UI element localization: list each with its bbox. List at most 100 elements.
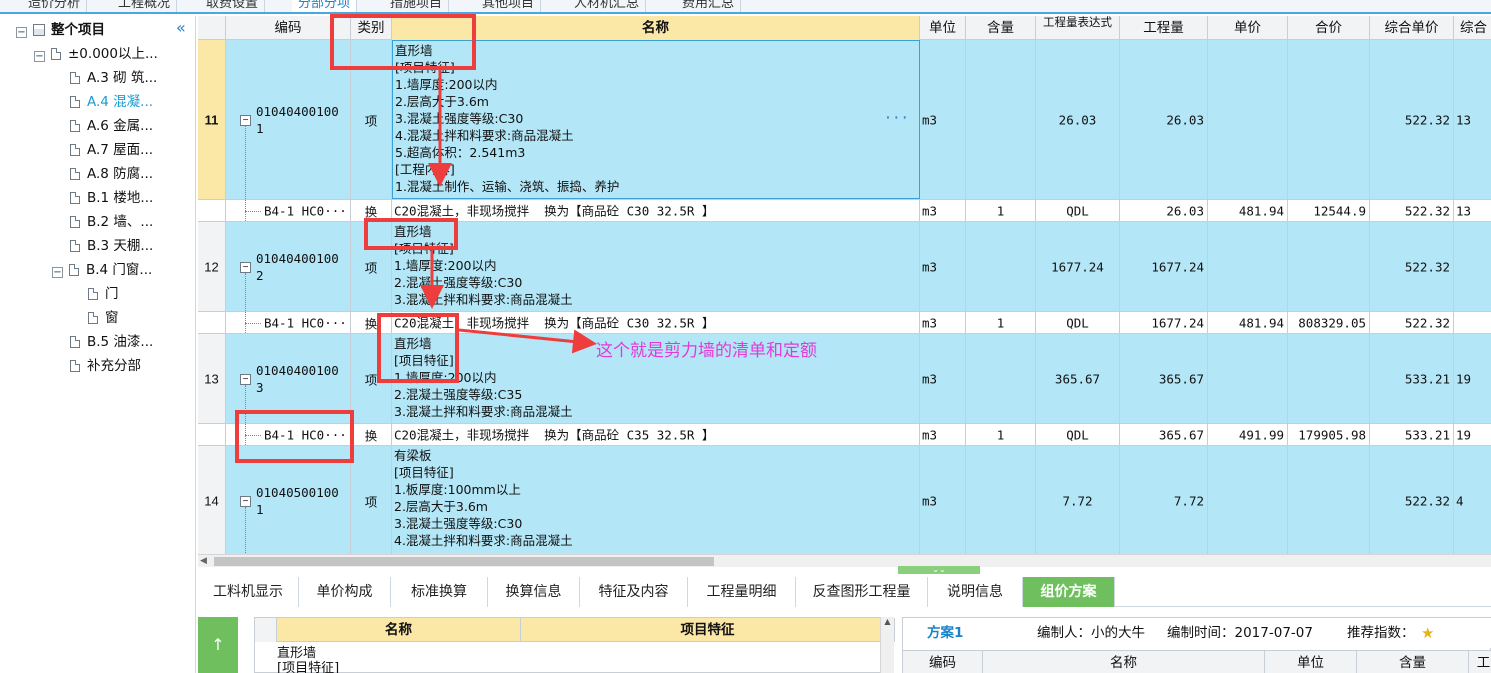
tree-node-selected[interactable]: A.4 混凝...: [70, 90, 153, 114]
cell-num[interactable]: [198, 200, 226, 221]
tree-node[interactable]: A.3 砌 筑...: [70, 66, 157, 90]
cell-expr[interactable]: 365.67: [1036, 334, 1120, 423]
cell-comp[interactable]: 533.21: [1370, 424, 1454, 445]
cell-comp2[interactable]: 13: [1454, 40, 1491, 199]
cell-total[interactable]: 179905.98: [1288, 424, 1370, 445]
more-icon[interactable]: ···: [884, 110, 909, 126]
btab-qty-details[interactable]: 工程量明细: [688, 577, 796, 607]
header-total[interactable]: 合价: [1288, 16, 1370, 40]
header-qty[interactable]: 工程量: [1120, 16, 1208, 40]
tree-node[interactable]: A.8 防腐...: [70, 162, 153, 186]
plan-title[interactable]: 方案1: [927, 618, 963, 648]
cell-code[interactable]: −01040400100 2: [226, 222, 351, 311]
tab-other-items[interactable]: 其他项目: [476, 0, 542, 12]
cell-content[interactable]: [966, 334, 1036, 423]
collapse-icon[interactable]: −: [16, 27, 27, 38]
cell-name[interactable]: C20混凝土，非现场搅拌 换为【商品砼 C30 32.5R 】: [392, 312, 920, 333]
cell-name[interactable]: C20混凝土，非现场搅拌 换为【商品砼 C35 32.5R 】: [392, 424, 920, 445]
cell-comp2[interactable]: 19: [1454, 424, 1491, 445]
collapse-icon[interactable]: −: [240, 496, 251, 507]
cell-kind[interactable]: 换: [351, 424, 392, 445]
collapse-icon[interactable]: −: [52, 267, 63, 278]
scroll-thumb[interactable]: [214, 557, 714, 566]
upload-arrow-button[interactable]: ↑: [198, 617, 238, 673]
cell-comp[interactable]: 522.32: [1370, 200, 1454, 221]
tab-project-overview[interactable]: 工程概况: [112, 0, 178, 12]
cell-total[interactable]: 808329.05: [1288, 312, 1370, 333]
header-comp[interactable]: 综合: [1454, 16, 1491, 40]
tab-fee-settings[interactable]: 取费设置: [200, 0, 266, 12]
cell-expr[interactable]: QDL: [1036, 200, 1120, 221]
tab-fee-summary[interactable]: 费用汇总: [676, 0, 742, 12]
cell-qty[interactable]: 1677.24: [1120, 222, 1208, 311]
collapse-icon[interactable]: −: [240, 374, 251, 385]
tree-node[interactable]: 补充分部: [70, 354, 141, 378]
btab-features-content[interactable]: 特征及内容: [580, 577, 688, 607]
tree-node[interactable]: B.2 墙、...: [70, 210, 153, 234]
cell-code[interactable]: B4-1 HC0···: [226, 200, 351, 221]
cell-price[interactable]: [1208, 40, 1288, 199]
cell-content[interactable]: [966, 40, 1036, 199]
cell-price[interactable]: 491.99: [1208, 424, 1288, 445]
collapse-panel-icon[interactable]: «: [176, 18, 190, 38]
cell-num[interactable]: 11: [198, 40, 226, 199]
header-comp-price[interactable]: 综合单价: [1370, 16, 1454, 40]
cell-name[interactable]: 有梁板 [项目特征] 1.板厚度:100mm以上 2.层高大于3.6m 3.混凝…: [392, 446, 920, 554]
btab-standard-conversion[interactable]: 标准换算: [391, 577, 488, 607]
cell-qty[interactable]: 26.03: [1120, 200, 1208, 221]
tree-node[interactable]: A.7 屋面...: [70, 138, 153, 162]
cell-comp[interactable]: 522.32: [1370, 222, 1454, 311]
cell-comp[interactable]: 533.21: [1370, 334, 1454, 423]
cell-num[interactable]: 12: [198, 222, 226, 311]
tree-root[interactable]: − 整个项目: [16, 18, 105, 42]
header-unit-price[interactable]: 单价: [1208, 16, 1288, 40]
cell-unit[interactable]: m3: [920, 446, 966, 554]
tab-labor-material-summary[interactable]: 人材机汇总: [568, 0, 647, 12]
cell-total[interactable]: [1288, 446, 1370, 554]
cell-num[interactable]: 14: [198, 446, 226, 554]
cell-name[interactable]: C20混凝土，非现场搅拌 换为【商品砼 C30 32.5R 】: [392, 200, 920, 221]
cell-code[interactable]: B4-1 HC0···: [226, 312, 351, 333]
cell-expr[interactable]: QDL: [1036, 312, 1120, 333]
cell-unit[interactable]: m3: [920, 222, 966, 311]
cell-unit[interactable]: m3: [920, 200, 966, 221]
tree-node[interactable]: − B.4 门窗...: [52, 258, 152, 282]
cell-total[interactable]: [1288, 334, 1370, 423]
cell-price[interactable]: [1208, 334, 1288, 423]
horizontal-scrollbar[interactable]: ◀: [198, 554, 1491, 567]
vertical-scrollbar[interactable]: ▲: [880, 617, 894, 673]
cell-total[interactable]: 12544.9: [1288, 200, 1370, 221]
scroll-up-icon[interactable]: ▲: [884, 617, 890, 626]
tree-node[interactable]: 窗: [88, 306, 119, 330]
btab-description[interactable]: 说明信息: [928, 577, 1023, 607]
cell-qty[interactable]: 1677.24: [1120, 312, 1208, 333]
tab-sub-items[interactable]: 分部分项: [292, 0, 358, 12]
btab-reverse-lookup[interactable]: 反查图形工程量: [796, 577, 928, 607]
tree-node[interactable]: B.3 天棚...: [70, 234, 153, 258]
cell-comp[interactable]: 522.32: [1370, 446, 1454, 554]
collapse-icon[interactable]: −: [34, 51, 45, 62]
cell-qty[interactable]: 7.72: [1120, 446, 1208, 554]
cell-num[interactable]: 13: [198, 334, 226, 423]
cell-qty[interactable]: 26.03: [1120, 40, 1208, 199]
header-unit[interactable]: 单位: [920, 16, 966, 40]
cell-price[interactable]: [1208, 446, 1288, 554]
cell-price[interactable]: 481.94: [1208, 200, 1288, 221]
cell-name[interactable]: 直形墙 [项目特征] 1.墙厚度:200以内 2.混凝土强度等级:C30 3.混…: [392, 222, 920, 311]
cell-expr[interactable]: 1677.24: [1036, 222, 1120, 311]
tree-node[interactable]: 门: [88, 282, 119, 306]
cell-unit[interactable]: m3: [920, 334, 966, 423]
cell-num[interactable]: [198, 312, 226, 333]
cell-comp2[interactable]: [1454, 222, 1491, 311]
cell-num[interactable]: [198, 424, 226, 445]
cell-price[interactable]: [1208, 222, 1288, 311]
cell-unit[interactable]: m3: [920, 424, 966, 445]
cell-content[interactable]: [966, 446, 1036, 554]
cell-comp[interactable]: 522.32: [1370, 312, 1454, 333]
cell-comp2[interactable]: [1454, 312, 1491, 333]
cell-price[interactable]: 481.94: [1208, 312, 1288, 333]
cell-expr[interactable]: 26.03: [1036, 40, 1120, 199]
cell-comp[interactable]: 522.32: [1370, 40, 1454, 199]
cell-content[interactable]: 1: [966, 200, 1036, 221]
cell-total[interactable]: [1288, 40, 1370, 199]
